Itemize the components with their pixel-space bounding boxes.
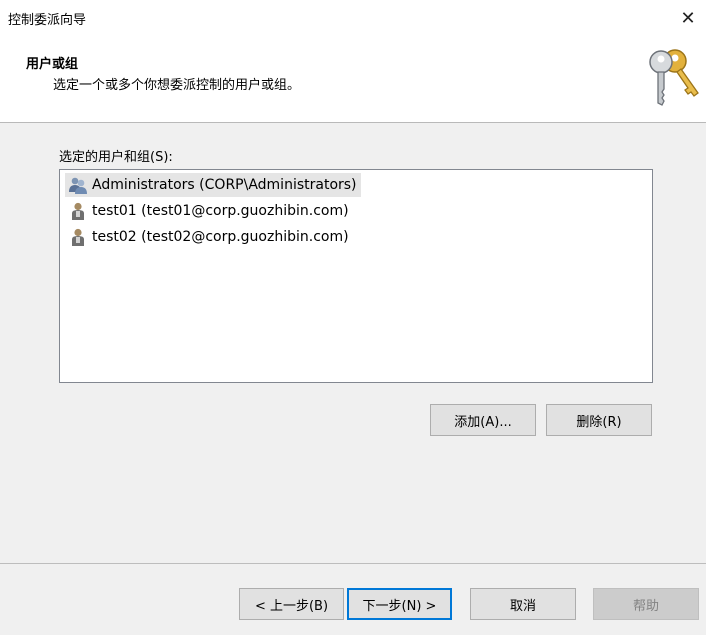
page-title: 用户或组	[26, 57, 79, 72]
user-icon	[72, 202, 84, 220]
selected-users-listbox[interactable]: Administrators (CORP\Administrators) tes…	[59, 169, 653, 383]
keys-icon	[649, 49, 699, 106]
list-item-label: Administrators (CORP\Administrators)	[92, 177, 357, 193]
list-item[interactable]: Administrators (CORP\Administrators)	[65, 173, 361, 197]
add-button[interactable]: 添加(A)...	[430, 404, 536, 436]
next-button[interactable]: 下一步(N) >	[347, 588, 452, 620]
page-subtitle: 选定一个或多个你想委派控制的用户或组。	[53, 78, 301, 93]
wizard-header: 用户或组 选定一个或多个你想委派控制的用户或组。	[0, 36, 706, 123]
cancel-button[interactable]: 取消	[470, 588, 576, 620]
title-bar: 控制委派向导 ✕	[0, 0, 706, 36]
list-item[interactable]: test01 (test01@corp.guozhibin.com)	[65, 199, 353, 223]
remove-button[interactable]: 删除(R)	[546, 404, 652, 436]
close-icon: ✕	[680, 7, 696, 29]
list-item[interactable]: test02 (test02@corp.guozhibin.com)	[65, 225, 353, 249]
back-button[interactable]: < 上一步(B)	[239, 588, 344, 620]
group-icon	[69, 177, 87, 194]
user-icon	[72, 228, 84, 246]
selected-users-label: 选定的用户和组(S):	[59, 150, 173, 165]
list-item-label: test01 (test01@corp.guozhibin.com)	[92, 203, 349, 219]
help-button[interactable]: 帮助	[593, 588, 699, 620]
close-button[interactable]: ✕	[670, 0, 706, 36]
footer-divider	[0, 563, 706, 564]
list-item-label: test02 (test02@corp.guozhibin.com)	[92, 229, 349, 245]
window-title: 控制委派向导	[8, 13, 87, 28]
